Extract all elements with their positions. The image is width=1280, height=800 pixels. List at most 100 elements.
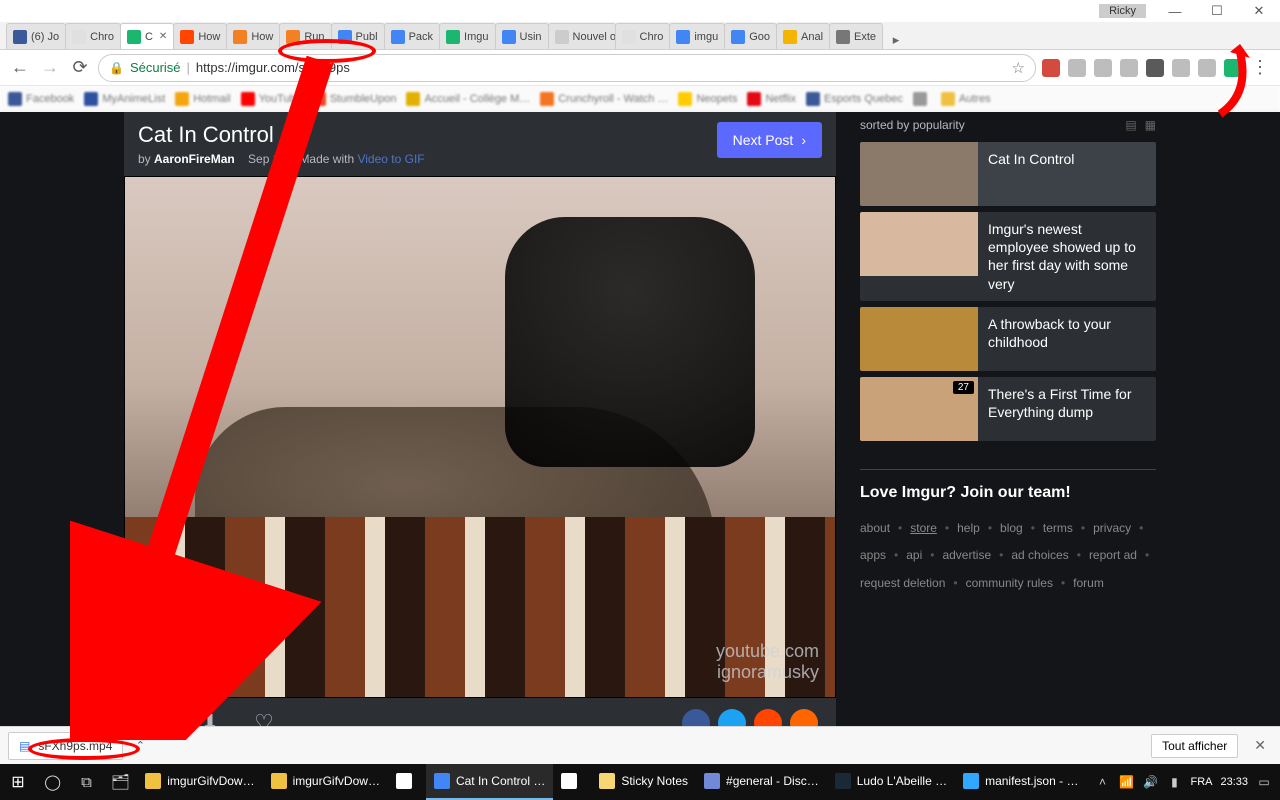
browser-tab[interactable]: Publ bbox=[331, 23, 385, 49]
bookmark-item[interactable]: Neopets bbox=[678, 92, 737, 106]
extension-icon[interactable] bbox=[1224, 59, 1242, 77]
upvote-icon[interactable]: ⬆ bbox=[142, 709, 170, 726]
browser-tab[interactable]: Chro bbox=[65, 23, 121, 49]
download-item[interactable]: ▤ sFXh9ps.mp4 bbox=[8, 732, 123, 760]
browser-tab[interactable]: How bbox=[173, 23, 227, 49]
taskbar-item[interactable]: imgurGifvDow… bbox=[263, 764, 388, 800]
footer-link[interactable]: api bbox=[906, 545, 922, 567]
footer-link[interactable]: about bbox=[860, 518, 890, 540]
bookmark-item[interactable]: MyAnimeList bbox=[84, 92, 165, 106]
bookmark-item[interactable]: Accueil - Collège M… bbox=[406, 92, 530, 106]
grid-view-icon[interactable]: ▦ bbox=[1145, 118, 1156, 132]
post-author[interactable]: AaronFireMan bbox=[154, 152, 235, 166]
extension-icon[interactable] bbox=[1146, 59, 1164, 77]
sidebar-post-card[interactable]: Cat In Control bbox=[860, 142, 1156, 206]
footer-link[interactable]: blog bbox=[1000, 518, 1023, 540]
browser-tab[interactable]: Exte bbox=[829, 23, 883, 49]
language-indicator[interactable]: FRA bbox=[1190, 776, 1212, 788]
browser-tab[interactable]: Usin bbox=[495, 23, 549, 49]
footer-link[interactable]: store bbox=[910, 518, 937, 540]
share-button[interactable] bbox=[682, 709, 710, 726]
search-icon[interactable]: ◯ bbox=[36, 764, 70, 800]
footer-link[interactable]: forum bbox=[1073, 573, 1104, 595]
bookmark-item[interactable] bbox=[913, 92, 931, 106]
favorite-icon[interactable]: ♡ bbox=[250, 709, 278, 726]
window-close-button[interactable]: ✕ bbox=[1238, 0, 1280, 22]
bookmark-item[interactable]: Autres bbox=[941, 92, 991, 106]
download-item-menu[interactable]: ⌃ bbox=[129, 735, 151, 757]
made-with-link[interactable]: Video to GIF bbox=[357, 152, 424, 166]
next-post-button[interactable]: Next Post › bbox=[717, 122, 822, 158]
browser-tab[interactable]: Goo bbox=[724, 23, 777, 49]
footer-link[interactable]: report ad bbox=[1089, 545, 1137, 567]
footer-link[interactable]: request deletion bbox=[860, 573, 945, 595]
network-icon[interactable]: 📶 bbox=[1118, 774, 1134, 790]
start-button[interactable]: ⊞ bbox=[0, 764, 36, 800]
bookmark-star-icon[interactable]: ☆ bbox=[1012, 59, 1025, 77]
footer-link[interactable]: terms bbox=[1043, 518, 1073, 540]
bookmark-item[interactable]: Crunchyroll - Watch … bbox=[540, 92, 668, 106]
browser-tab[interactable]: Nouvel o bbox=[548, 23, 616, 49]
love-imgur[interactable]: Love Imgur? Join our team! bbox=[860, 484, 1156, 502]
maximize-button[interactable]: ☐ bbox=[1196, 0, 1238, 22]
footer-link[interactable]: ad choices bbox=[1011, 545, 1068, 567]
extension-icon[interactable] bbox=[1042, 59, 1060, 77]
volume-icon[interactable]: 🔊 bbox=[1142, 774, 1158, 790]
footer-link[interactable]: community rules bbox=[966, 573, 1053, 595]
user-badge[interactable]: Ricky bbox=[1099, 4, 1146, 18]
battery-icon[interactable]: ▮ bbox=[1166, 774, 1182, 790]
extension-icon[interactable] bbox=[1198, 59, 1216, 77]
new-tab-button[interactable]: ▸ bbox=[886, 31, 906, 49]
browser-tab[interactable]: imgu bbox=[669, 23, 725, 49]
sidebar-post-card[interactable]: 27There's a First Time for Everything du… bbox=[860, 377, 1156, 441]
close-tab-icon[interactable]: ✕ bbox=[159, 31, 167, 42]
notifications-icon[interactable]: ▭ bbox=[1256, 774, 1272, 790]
browser-tab[interactable]: C✕ bbox=[120, 23, 174, 49]
taskbar-item[interactable]: imgurGifvDow… bbox=[137, 764, 262, 800]
close-download-shelf-button[interactable]: ✕ bbox=[1248, 737, 1272, 754]
taskbar-item[interactable]: Cat In Control … bbox=[426, 764, 553, 800]
footer-link[interactable]: help bbox=[957, 518, 980, 540]
taskbar-item[interactable] bbox=[388, 764, 426, 800]
bookmark-item[interactable]: Esports Quebec bbox=[806, 92, 903, 106]
bookmark-item[interactable]: Hotmail bbox=[175, 92, 230, 106]
taskbar-item[interactable]: Sticky Notes bbox=[591, 764, 696, 800]
minimize-button[interactable]: — bbox=[1154, 0, 1196, 22]
bookmark-item[interactable]: StumbleUpon bbox=[312, 92, 397, 106]
bookmark-item[interactable]: Facebook bbox=[8, 92, 74, 106]
browser-tab[interactable]: Imgu bbox=[439, 23, 495, 49]
extension-icon[interactable] bbox=[1172, 59, 1190, 77]
sidebar-post-card[interactable]: Imgur's newest employee showed up to her… bbox=[860, 212, 1156, 301]
bookmark-item[interactable]: Netflix bbox=[747, 92, 796, 106]
footer-link[interactable]: apps bbox=[860, 545, 886, 567]
forward-button[interactable]: → bbox=[38, 56, 62, 80]
clock[interactable]: 23:33 bbox=[1220, 776, 1248, 788]
share-button[interactable] bbox=[718, 709, 746, 726]
extension-icon[interactable] bbox=[1068, 59, 1086, 77]
downvote-icon[interactable]: ⬇ bbox=[196, 709, 224, 726]
explorer-icon[interactable]: 🗂 bbox=[103, 764, 137, 800]
taskbar-item[interactable]: #general - Disc… bbox=[696, 764, 827, 800]
browser-tab[interactable]: Chro bbox=[615, 23, 671, 49]
footer-link[interactable]: privacy bbox=[1093, 518, 1131, 540]
taskbar-item[interactable]: Ludo L'Abeille … bbox=[827, 764, 955, 800]
taskbar-item[interactable]: manifest.json - … bbox=[955, 764, 1086, 800]
browser-tab[interactable]: Pack bbox=[384, 23, 440, 49]
task-view-icon[interactable]: ⧉ bbox=[70, 764, 104, 800]
browser-tab[interactable]: Run bbox=[279, 23, 331, 49]
list-view-icon[interactable]: ▤ bbox=[1125, 118, 1136, 132]
browser-tab[interactable]: How bbox=[226, 23, 280, 49]
browser-tab[interactable]: (6) Jo bbox=[6, 23, 66, 49]
taskbar-item[interactable] bbox=[553, 764, 591, 800]
browser-tab[interactable]: Anal bbox=[776, 23, 830, 49]
footer-link[interactable]: advertise bbox=[942, 545, 991, 567]
bookmark-item[interactable]: YouTube bbox=[241, 92, 302, 106]
chrome-menu-button[interactable]: ⋮ bbox=[1248, 56, 1272, 80]
sidebar-post-card[interactable]: A throwback to your childhood bbox=[860, 307, 1156, 371]
tray-chevron-icon[interactable]: ˄ bbox=[1094, 774, 1110, 790]
post-image[interactable]: youtube.com ignoramusky bbox=[124, 176, 836, 698]
reload-button[interactable]: ⟳ bbox=[68, 56, 92, 80]
share-button[interactable] bbox=[790, 709, 818, 726]
omnibox[interactable]: 🔒 Sécurisé | https://imgur.com/sFXh9ps ☆ bbox=[98, 54, 1036, 82]
share-button[interactable] bbox=[754, 709, 782, 726]
